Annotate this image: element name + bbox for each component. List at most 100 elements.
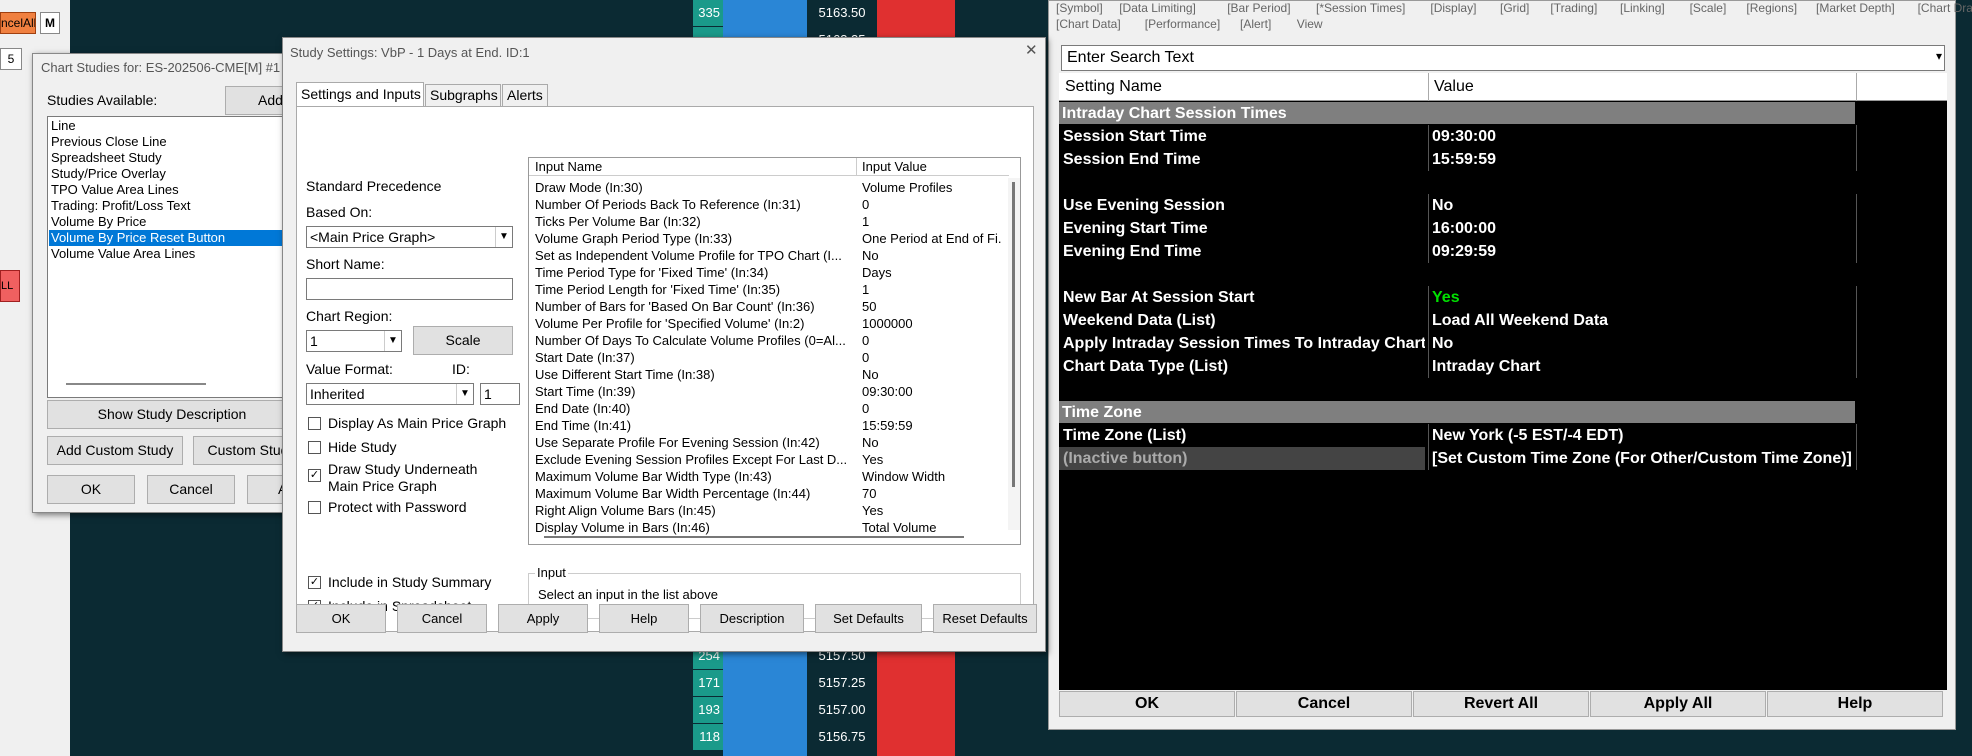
studies-list-scrollbar[interactable] [66,383,206,385]
input-row[interactable]: Use Separate Profile For Evening Session… [531,434,1001,451]
settings-inactive-row[interactable]: (Inactive button) [Set Custom Time Zone (… [1059,447,1947,470]
settings-row[interactable]: Chart Data Type (List) Intraday Chart [1059,355,1947,378]
chart-settings-apply-all-button[interactable]: Apply All [1590,691,1766,717]
settings-row[interactable]: Apply Intraday Session Times To Intraday… [1059,332,1947,355]
ok-button[interactable]: OK [296,604,386,633]
hide-study-checkbox[interactable] [308,441,321,454]
input-row[interactable]: Display Volume in Bars (In:46) Total Volu… [531,519,1001,536]
tab-settings-and-inputs[interactable]: Settings and Inputs [296,82,424,106]
input-row[interactable]: Ticks Per Volume Bar (In:32) 1 [531,213,1001,230]
input-row[interactable]: Start Time (In:39) 09:30:00 [531,383,1001,400]
setting-value[interactable]: 09:30:00 [1432,125,1854,148]
studies-list-item[interactable]: Previous Close Line [49,134,295,150]
settings-menu-item[interactable]: [*Session Times] [1316,1,1405,15]
setting-value[interactable]: Intraday Chart [1432,355,1854,378]
tab-subgraphs[interactable]: Subgraphs [425,84,501,106]
add-custom-study-button[interactable]: Add Custom Study [47,436,183,465]
apply-button[interactable]: Apply [498,604,588,633]
settings-row[interactable]: Session End Time 15:59:59 [1059,148,1947,171]
input-row[interactable]: Number Of Periods Back To Reference (In:… [531,196,1001,213]
input-row[interactable]: Time Period Type for 'Fixed Time' (In:34… [531,264,1001,281]
settings-menu-item[interactable]: [Grid] [1500,1,1529,15]
studies-list-item[interactable]: Volume By Price [49,214,295,230]
studies-list[interactable]: Line Previous Close Line Spreadsheet Study… [47,116,297,398]
close-icon[interactable]: ✕ [1025,41,1038,59]
studies-list-item[interactable]: Trading: Profit/Loss Text [49,198,295,214]
settings-menu-item[interactable]: [Performance] [1145,17,1220,31]
search-input[interactable]: Enter Search Text [1067,49,1194,67]
input-row[interactable]: Right Align Volume Bars (In:45) Yes [531,502,1001,519]
settings-menu-item[interactable]: [Bar Period] [1227,1,1290,15]
studies-list-item[interactable]: Volume By Price Reset Button [49,230,295,246]
set-defaults-button[interactable]: Set Defaults [815,604,922,633]
setting-value[interactable]: Load All Weekend Data [1432,309,1854,332]
input-row[interactable]: Draw Mode (In:30) Volume Profiles [531,179,1001,196]
display-as-main-graph-checkbox[interactable] [308,417,321,430]
input-row[interactable]: Use Different Start Time (In:38) No [531,366,1001,383]
studies-list-item[interactable]: Volume Value Area Lines [49,246,295,262]
input-row[interactable]: End Date (In:40) 0 [531,400,1001,417]
value-format-select[interactable]: Inherited ▼ [306,383,474,405]
settings-menu-item[interactable]: [Symbol] [1056,1,1103,15]
settings-row[interactable]: Use Evening Session No [1059,194,1947,217]
cancel-button[interactable]: Cancel [397,604,487,633]
chart-settings-ok-button[interactable]: OK [1059,691,1235,717]
based-on-select[interactable]: <Main Price Graph> ▼ [306,226,513,248]
settings-row[interactable]: Evening Start Time 16:00:00 [1059,217,1947,240]
tab-alerts[interactable]: Alerts [502,84,548,106]
input-row[interactable]: Exclude Evening Session Profiles Except … [531,451,1001,468]
input-row[interactable]: End Time (In:41) 15:59:59 [531,417,1001,434]
settings-menu-item[interactable]: [Data Limiting] [1119,1,1196,15]
studies-list-item[interactable]: TPO Value Area Lines [49,182,295,198]
setting-value[interactable]: Yes [1432,286,1854,309]
search-box[interactable]: Enter Search Text ▾ [1061,45,1945,71]
input-row[interactable]: Start Date (In:37) 0 [531,349,1001,366]
chevron-down-icon[interactable]: ▾ [1936,49,1942,63]
input-list-vscroll-thumb[interactable] [1012,182,1015,487]
settings-row[interactable]: Weekend Data (List) Load All Weekend Data [1059,309,1947,332]
input-row[interactable]: Set as Independent Volume Profile for TP… [531,247,1001,264]
quantity-5-button[interactable]: 5 [0,48,22,70]
settings-row[interactable]: Session Start Time 09:30:00 [1059,125,1947,148]
studies-list-item[interactable]: Spreadsheet Study [49,150,295,166]
input-row[interactable]: Number of Bars for 'Based On Bar Count' … [531,298,1001,315]
settings-menu-item[interactable]: [Regions] [1746,1,1797,15]
protect-password-checkbox[interactable] [308,501,321,514]
id-input[interactable]: 1 [480,383,520,405]
help-button[interactable]: Help [599,604,689,633]
description-button[interactable]: Description [700,604,804,633]
input-row[interactable]: Volume Per Profile for 'Specified Volume… [531,315,1001,332]
setting-value[interactable]: [Set Custom Time Zone (For Other/Custom … [1432,447,1854,470]
settings-menu-item[interactable]: [Trading] [1550,1,1597,15]
input-row[interactable]: Maximum Volume Bar Width Percentage (In:… [531,485,1001,502]
settings-menu-item[interactable]: [Linking] [1620,1,1665,15]
input-list-vscroll[interactable] [1008,178,1020,530]
studies-list-item[interactable]: Line [49,118,295,134]
reset-defaults-button[interactable]: Reset Defaults [933,604,1037,633]
show-study-description-button[interactable]: Show Study Description [47,400,297,429]
setting-value[interactable]: 16:00:00 [1432,217,1854,240]
settings-menu-item[interactable]: [Chart Data] [1056,17,1121,31]
input-row[interactable]: Time Period Length for 'Fixed Time' (In:… [531,281,1001,298]
include-summary-checkbox[interactable]: ✓ [308,576,321,589]
setting-value[interactable]: New York (-5 EST/-4 EDT) [1432,424,1854,447]
m-button[interactable]: M [40,12,60,34]
settings-menu-item[interactable]: [Alert] [1240,17,1271,31]
settings-menu-item[interactable]: View [1297,17,1323,31]
settings-row[interactable]: Evening End Time 09:29:59 [1059,240,1947,263]
settings-menu-item[interactable]: [Market Depth] [1816,1,1895,15]
setting-value[interactable]: No [1432,194,1854,217]
studies-list-item[interactable]: Study/Price Overlay [49,166,295,182]
short-name-input[interactable] [306,278,513,300]
chart-settings-help-button[interactable]: Help [1767,691,1943,717]
setting-value[interactable]: No [1432,332,1854,355]
input-row[interactable]: Volume Graph Period Type (In:33) One Peri… [531,230,1002,247]
input-list[interactable]: Input Name Input Value Draw Mode (In:30)… [528,157,1021,545]
input-list-hscroll[interactable] [544,536,964,538]
setting-value[interactable]: 15:59:59 [1432,148,1854,171]
chart-settings-revert-all-button[interactable]: Revert All [1413,691,1589,717]
settings-menu-item[interactable]: [Scale] [1690,1,1727,15]
chart-region-select[interactable]: 1 ▼ [306,330,402,352]
studies-ok-button[interactable]: OK [47,475,135,504]
input-row[interactable]: Number Of Days To Calculate Volume Profi… [531,332,1001,349]
